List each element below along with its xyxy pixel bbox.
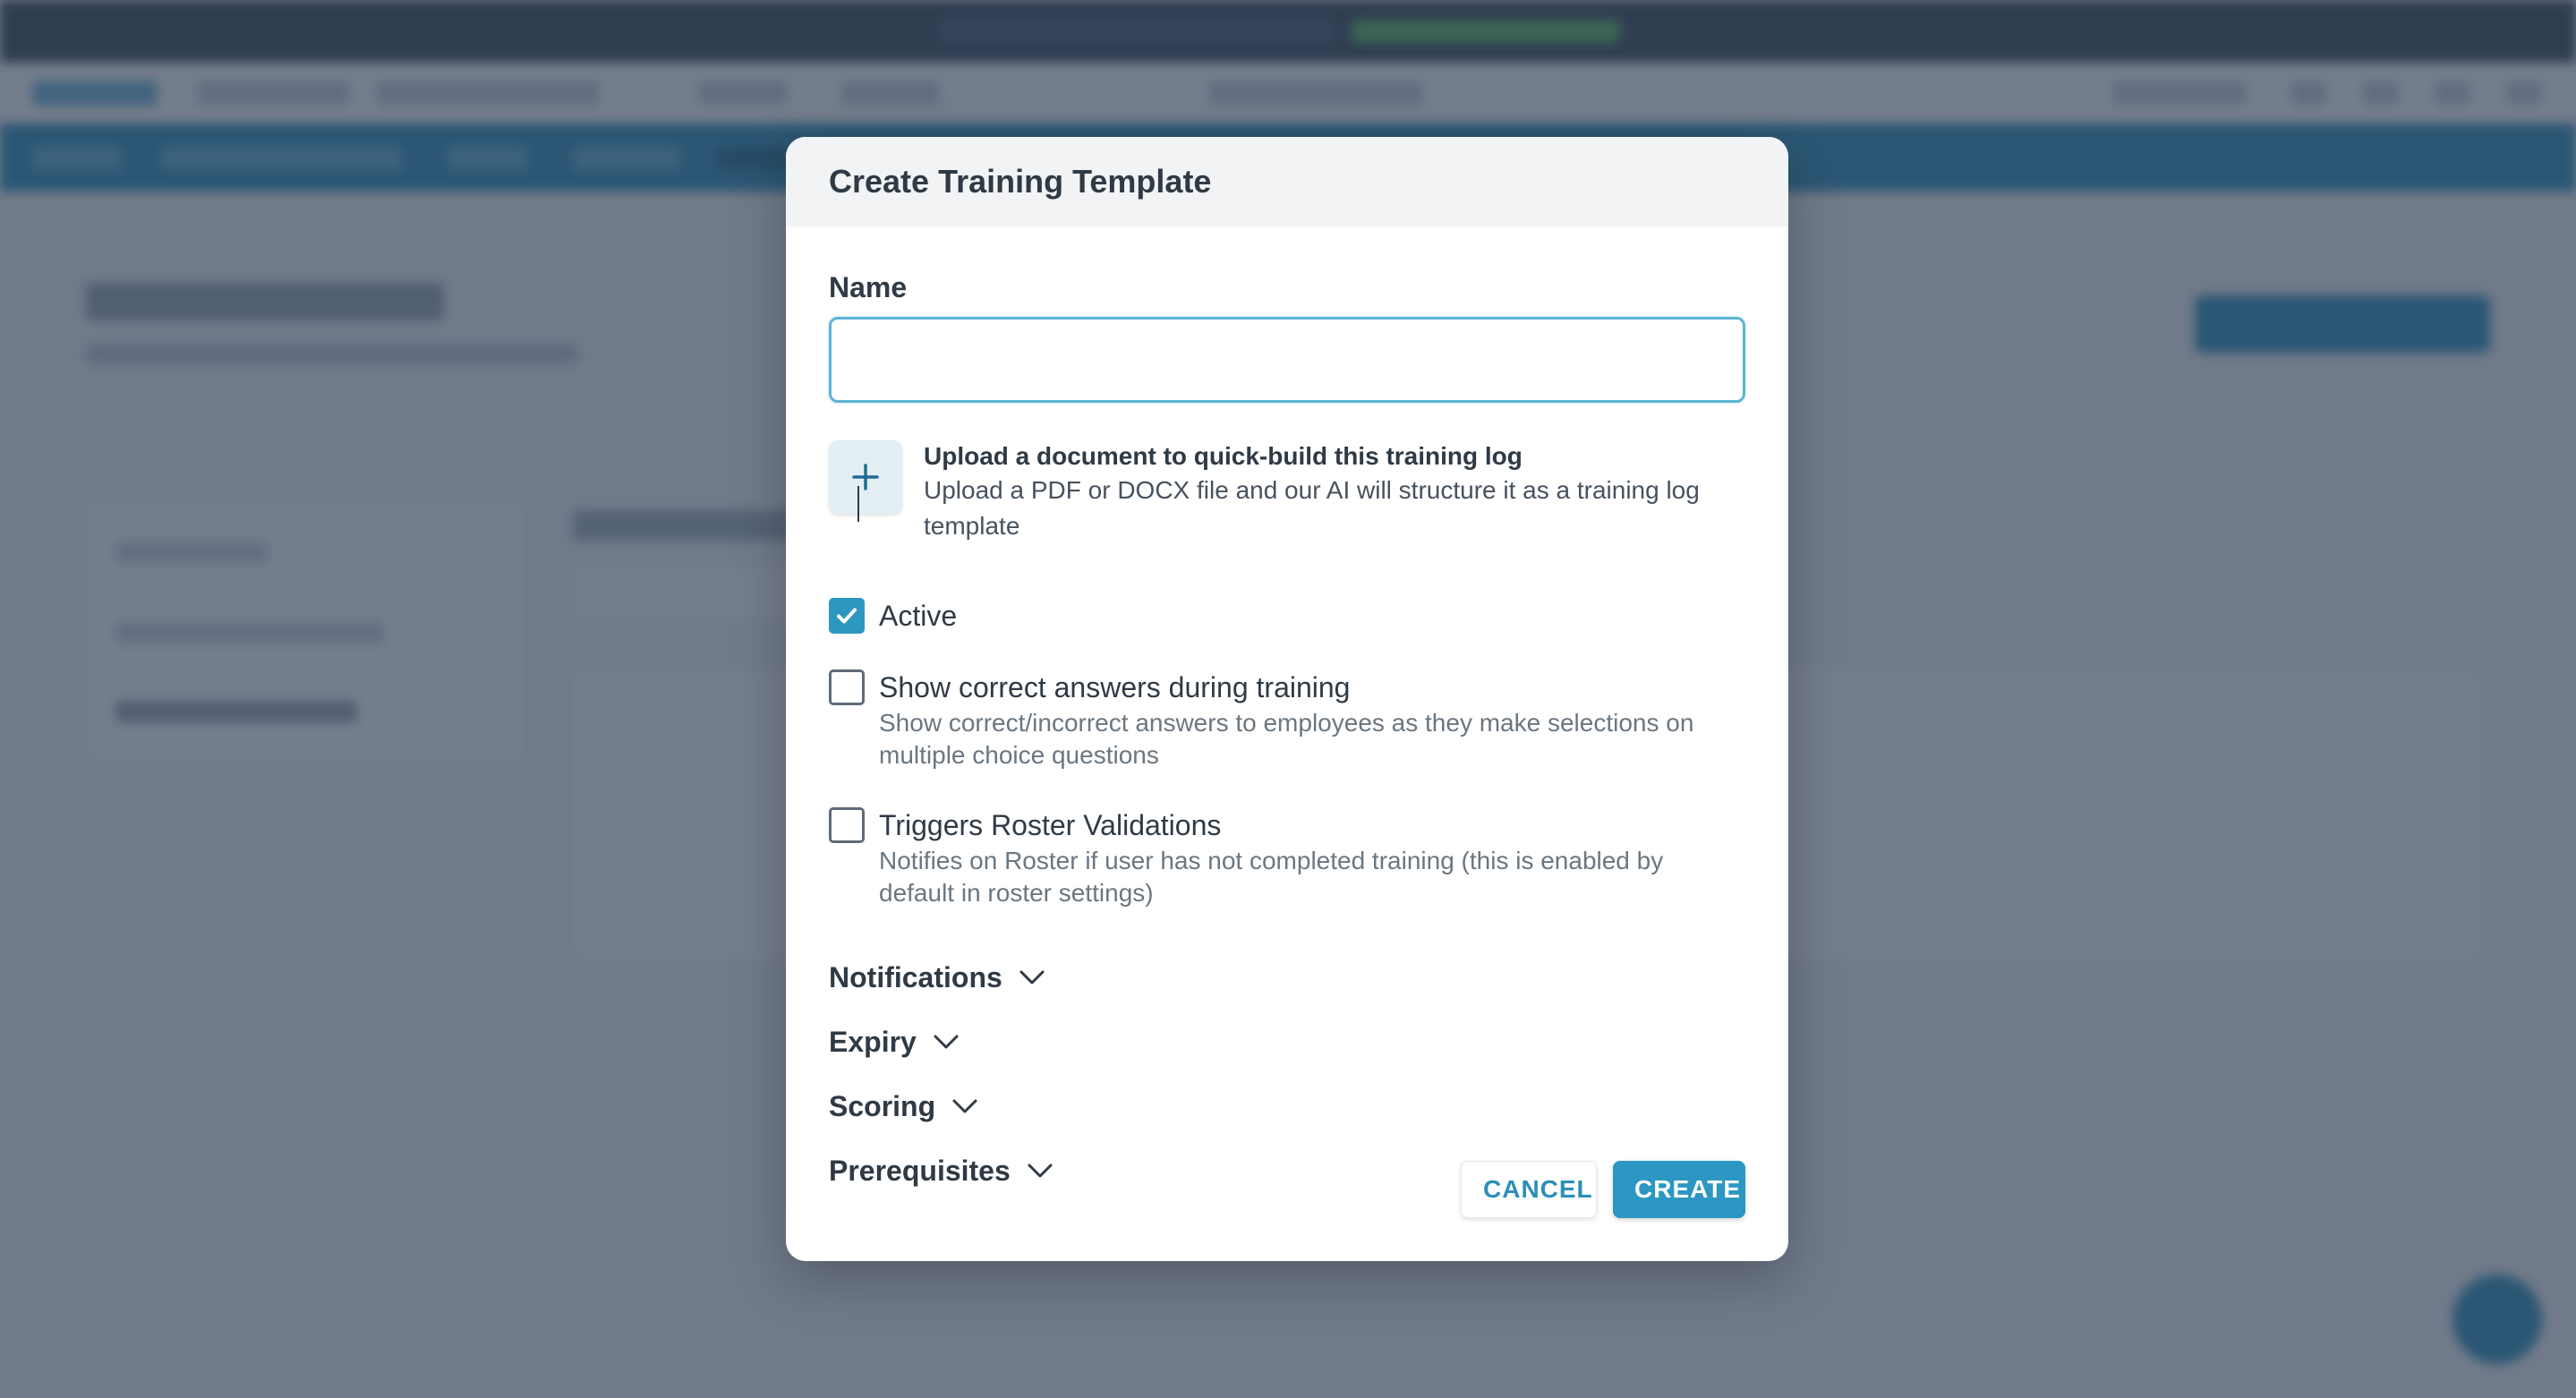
roster-validations-label: Triggers Roster Validations [879,809,1222,841]
roster-validations-description: Notifies on Roster if user has not compl… [879,847,1664,907]
show-correct-answers-description: Show correct/incorrect answers to employ… [879,709,1694,769]
create-training-template-dialog: Create Training Template Name Upload a d… [786,137,1788,1261]
show-correct-answers-label: Show correct answers during training [879,671,1351,703]
upload-title: Upload a document to quick-build this tr… [924,442,1523,470]
notifications-section-label: Notifications [829,960,1002,993]
show-correct-answers-option: Show correct answers during training Sho… [829,669,1745,771]
chevron-down-icon [1019,969,1045,985]
chevron-down-icon [951,1098,978,1114]
scoring-section-toggle[interactable]: Scoring [829,1088,1745,1124]
active-text: Active [879,598,957,634]
modal-header: Create Training Template [786,137,1788,226]
name-input[interactable] [829,317,1745,403]
roster-validations-text: Triggers Roster Validations Notifies on … [879,807,1738,909]
checkmark-icon [837,608,857,624]
modal-footer: CANCEL CREATE [1461,1161,1745,1218]
upload-text: Upload a document to quick-build this tr… [924,440,1711,544]
chevron-down-icon [1027,1163,1053,1179]
show-correct-answers-text: Show correct answers during training Sho… [879,669,1738,771]
plus-icon [852,464,879,490]
modal-title: Create Training Template [829,163,1212,200]
active-label: Active [879,600,958,632]
modal-body: Name Upload a document to quick-build th… [786,271,1788,1189]
expiry-section-toggle[interactable]: Expiry [829,1024,1745,1060]
upload-document-row: Upload a document to quick-build this tr… [829,440,1745,544]
notifications-section-toggle[interactable]: Notifications [829,959,1745,995]
text-cursor [857,486,859,522]
scoring-section-label: Scoring [829,1089,936,1122]
chevron-down-icon [933,1034,960,1050]
cancel-button[interactable]: CANCEL [1461,1161,1597,1218]
roster-validations-checkbox[interactable] [829,807,865,843]
name-label: Name [829,271,908,303]
upload-description: Upload a PDF or DOCX file and our AI wil… [924,476,1700,540]
upload-document-button[interactable] [829,440,902,514]
create-button[interactable]: CREATE [1613,1161,1745,1218]
roster-validations-option: Triggers Roster Validations Notifies on … [829,807,1745,909]
active-checkbox[interactable] [829,598,865,634]
expiry-section-label: Expiry [829,1025,917,1058]
show-correct-answers-checkbox[interactable] [829,669,865,705]
active-option: Active [829,598,1745,634]
prerequisites-section-label: Prerequisites [829,1154,1011,1187]
